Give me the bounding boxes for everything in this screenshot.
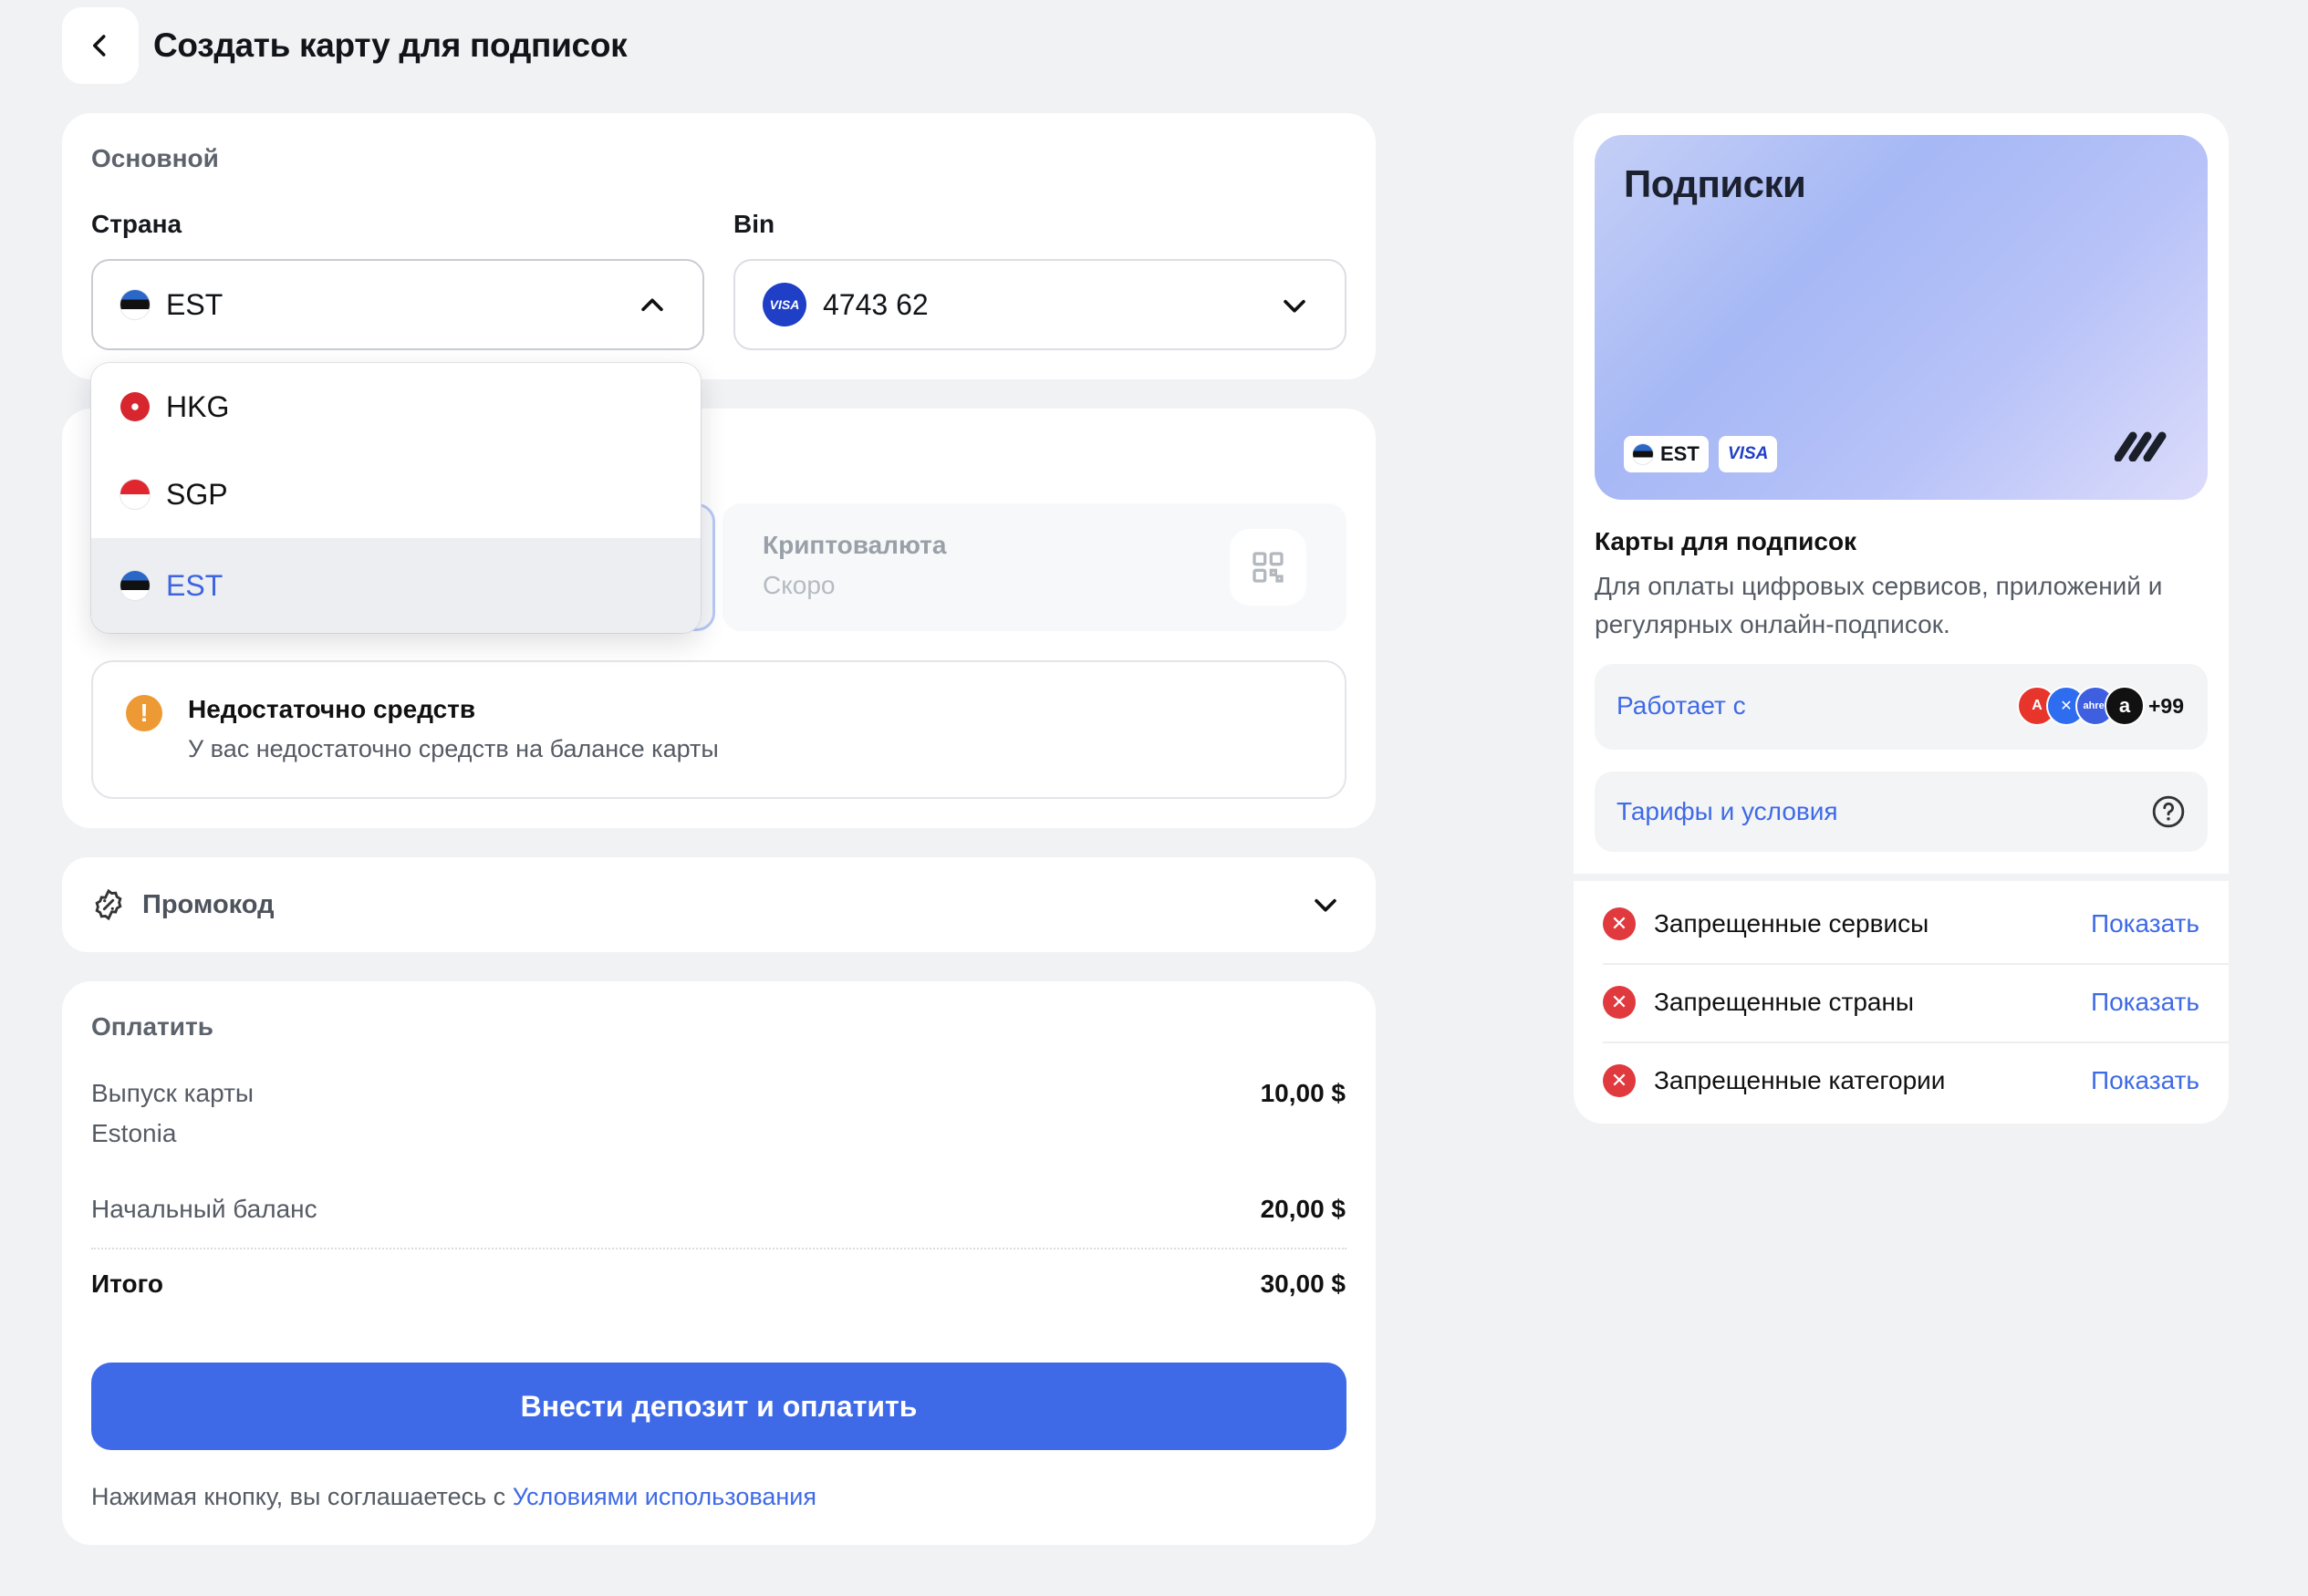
card-brand-tag-label: VISA — [1728, 444, 1769, 463]
estonia-flag-icon — [120, 290, 150, 319]
country-option-sgp[interactable]: SGP — [91, 451, 701, 538]
works-with-row[interactable]: Работает с A ✕ ahref a +99 — [1595, 664, 2208, 750]
show-forbidden-categories-link[interactable]: Показать — [2091, 1066, 2199, 1095]
help-circle-icon — [2152, 795, 2185, 828]
qr-code-icon — [1230, 529, 1306, 606]
services-more-count: +99 — [2147, 693, 2184, 718]
card-country-tag: EST — [1624, 436, 1709, 472]
warning-icon: ! — [126, 695, 162, 731]
chevron-up-icon — [641, 298, 663, 312]
promo-label: Промокод — [142, 890, 275, 919]
show-forbidden-services-link[interactable]: Показать — [2091, 909, 2199, 938]
crypto-title: Криптовалюта — [763, 531, 947, 559]
alert-title: Недостаточно средств — [188, 695, 476, 723]
bin-select[interactable]: VISA 4743 62 — [733, 259, 1346, 350]
country-option-label: EST — [166, 568, 224, 602]
forbidden-categories-row: ✕ Запрещенные категории Показать — [1574, 1042, 2229, 1120]
pay-section-label: Оплатить — [91, 1012, 213, 1041]
card-country-tag-label: EST — [1660, 442, 1700, 465]
summary-divider — [91, 1248, 1346, 1249]
deposit-and-pay-button[interactable]: Внести депозит и оплатить — [91, 1363, 1346, 1450]
card-description: Для оплаты цифровых сервисов, приложений… — [1595, 572, 2163, 638]
discount-badge-icon — [95, 888, 122, 921]
forbidden-countries-label: Запрещенные страны — [1654, 988, 1915, 1016]
card-preview-title: Подписки — [1624, 162, 1806, 205]
card-issue-label: Выпуск карты — [91, 1079, 255, 1107]
initial-balance-value: 20,00 $ — [1260, 1195, 1346, 1223]
restrictions-divider-top — [1574, 874, 2229, 881]
payment-summary-card — [62, 981, 1376, 1545]
section-label: Основной — [91, 144, 219, 172]
initial-balance-label: Начальный баланс — [91, 1195, 317, 1223]
page: Создать карту для подписок Основной Стра… — [0, 0, 2308, 1596]
show-forbidden-countries-link[interactable]: Показать — [2091, 988, 2199, 1017]
promo-code-accordion[interactable]: Промокод — [62, 857, 1376, 952]
works-with-label: Работает с — [1617, 691, 1746, 720]
singapore-flag-icon — [120, 480, 150, 509]
card-issue-country: Estonia — [91, 1119, 177, 1147]
country-label: Страна — [91, 210, 182, 238]
tariffs-row[interactable]: Тарифы и условия — [1595, 772, 2208, 852]
country-dropdown: HKG SGP EST — [91, 363, 701, 633]
country-option-est[interactable]: EST — [91, 538, 701, 633]
visa-logo-icon: VISA — [763, 283, 806, 326]
terms-notice: Нажимая кнопку, вы соглашаетесь с Услови… — [91, 1483, 816, 1511]
terms-link[interactable]: Условиями использования — [513, 1483, 816, 1510]
country-option-label: SGP — [166, 477, 228, 511]
alert-text: У вас недостаточно средств на балансе ка… — [188, 735, 719, 762]
insufficient-funds-alert: ! Недостаточно средств У вас недостаточн… — [91, 660, 1346, 799]
estonia-flag-icon — [120, 571, 150, 600]
forbidden-categories-label: Запрещенные категории — [1654, 1066, 1946, 1094]
card-heading: Карты для подписок — [1595, 527, 1857, 555]
terms-prefix: Нажимая кнопку, вы соглашаетесь с — [91, 1483, 513, 1510]
country-select[interactable]: EST — [91, 259, 704, 350]
brand-logo-icon — [2115, 431, 2167, 461]
card-issue-value: 10,00 $ — [1260, 1079, 1346, 1107]
forbidden-icon: ✕ — [1603, 1064, 1636, 1097]
bin-label: Bin — [733, 210, 775, 238]
hong-kong-flag-icon — [120, 392, 150, 421]
country-option-hkg[interactable]: HKG — [91, 363, 701, 451]
bin-select-value: 4743 62 — [823, 287, 929, 321]
crypto-subtitle: Скоро — [763, 571, 836, 599]
chevron-down-icon — [1284, 299, 1305, 313]
country-option-label: HKG — [166, 389, 230, 423]
forbidden-services-row: ✕ Запрещенные сервисы Показать — [1574, 885, 2229, 963]
card-preview: Подписки EST VISA — [1595, 135, 2208, 500]
back-button[interactable] — [62, 7, 139, 84]
chevron-down-icon — [1315, 898, 1336, 912]
forbidden-services-label: Запрещенные сервисы — [1654, 909, 1929, 938]
tariffs-label: Тарифы и условия — [1617, 797, 1838, 825]
amazon-icon: a — [2104, 686, 2145, 726]
chevron-left-icon — [93, 35, 106, 57]
service-logos: A ✕ ahref a +99 — [2016, 686, 2184, 726]
total-label: Итого — [91, 1270, 163, 1298]
forbidden-icon: ✕ — [1603, 986, 1636, 1019]
payment-method-crypto: Криптовалюта Скоро — [723, 503, 1346, 631]
card-brand-tag: VISA — [1719, 436, 1778, 472]
page-title: Создать карту для подписок — [153, 26, 628, 64]
estonia-flag-icon — [1633, 444, 1653, 464]
forbidden-countries-row: ✕ Запрещенные страны Показать — [1574, 963, 2229, 1042]
total-value: 30,00 $ — [1260, 1270, 1346, 1298]
country-select-value: EST — [166, 287, 224, 321]
forbidden-icon: ✕ — [1603, 907, 1636, 940]
